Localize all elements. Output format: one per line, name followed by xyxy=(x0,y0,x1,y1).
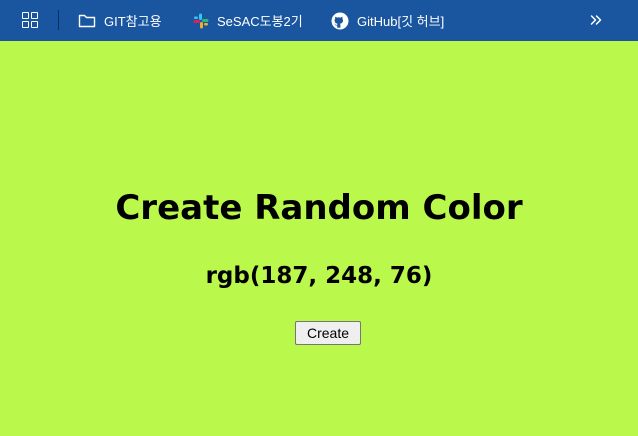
rgb-value-text: rgb(187, 248, 76) xyxy=(205,263,433,289)
bookmarks-bar: GIT참고용 SeSAC도봉2기 GitHub[깃 허브] xyxy=(0,0,638,41)
folder-icon xyxy=(78,14,96,27)
bookmark-label: SeSAC도봉2기 xyxy=(217,14,303,29)
create-button[interactable]: Create xyxy=(295,321,361,345)
bookmark-git-folder[interactable]: GIT참고용 xyxy=(78,0,162,41)
bookmark-sesac[interactable]: SeSAC도봉2기 xyxy=(193,0,303,41)
page-title: Create Random Color xyxy=(115,188,523,228)
github-icon xyxy=(331,12,349,29)
bookmarks-separator xyxy=(58,10,59,30)
bookmark-github[interactable]: GitHub[깃 허브] xyxy=(331,0,444,41)
double-chevron-right-icon[interactable] xyxy=(586,10,606,30)
apps-grid-icon[interactable] xyxy=(22,12,38,28)
page-content: Create Random Color rgb(187, 248, 76) Cr… xyxy=(0,41,638,436)
bookmark-label: GitHub[깃 허브] xyxy=(357,14,445,29)
slack-icon xyxy=(193,13,209,28)
bookmark-label: GIT참고용 xyxy=(104,14,162,29)
